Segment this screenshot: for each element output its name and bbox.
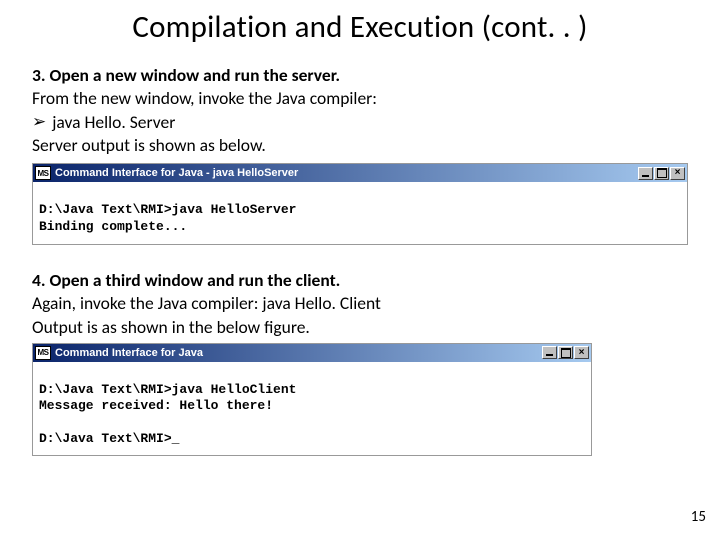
maximize-button[interactable]	[654, 167, 669, 180]
msdos-icon: MS	[35, 346, 51, 360]
console-window-2: MS Command Interface for Java × D:\Java …	[32, 343, 592, 456]
step3-bullet-text: java Hello. Server	[52, 111, 175, 134]
step4-line1: Again, invoke the Java compiler: java He…	[32, 292, 694, 315]
titlebar-1: MS Command Interface for Java - java Hel…	[33, 164, 687, 182]
window-title-2: Command Interface for Java	[55, 347, 542, 359]
step4-heading: 4. Open a third window and run the clien…	[32, 269, 694, 292]
step3-line2: Server output is shown as below.	[32, 134, 694, 157]
titlebar-2: MS Command Interface for Java ×	[33, 344, 591, 362]
minimize-button[interactable]	[542, 346, 557, 359]
step3-line1: From the new window, invoke the Java com…	[32, 87, 694, 110]
minimize-button[interactable]	[638, 167, 653, 180]
close-button[interactable]: ×	[574, 346, 589, 359]
msdos-icon: MS	[35, 166, 51, 180]
maximize-button[interactable]	[558, 346, 573, 359]
step4-line2: Output is as shown in the below figure.	[32, 316, 694, 339]
console-window-1: MS Command Interface for Java - java Hel…	[32, 163, 688, 245]
slide-title: Compilation and Execution (cont. . )	[26, 8, 694, 46]
window-title-1: Command Interface for Java - java HelloS…	[55, 167, 638, 179]
triangle-bullet-icon: ➢	[32, 111, 46, 134]
step3-heading: 3. Open a new window and run the server.	[32, 64, 694, 87]
page-number: 15	[691, 508, 706, 526]
console-output-2: D:\Java Text\RMI>java HelloClient Messag…	[33, 362, 591, 455]
close-button[interactable]: ×	[670, 167, 685, 180]
console-output-1: D:\Java Text\RMI>java HelloServer Bindin…	[33, 182, 687, 244]
